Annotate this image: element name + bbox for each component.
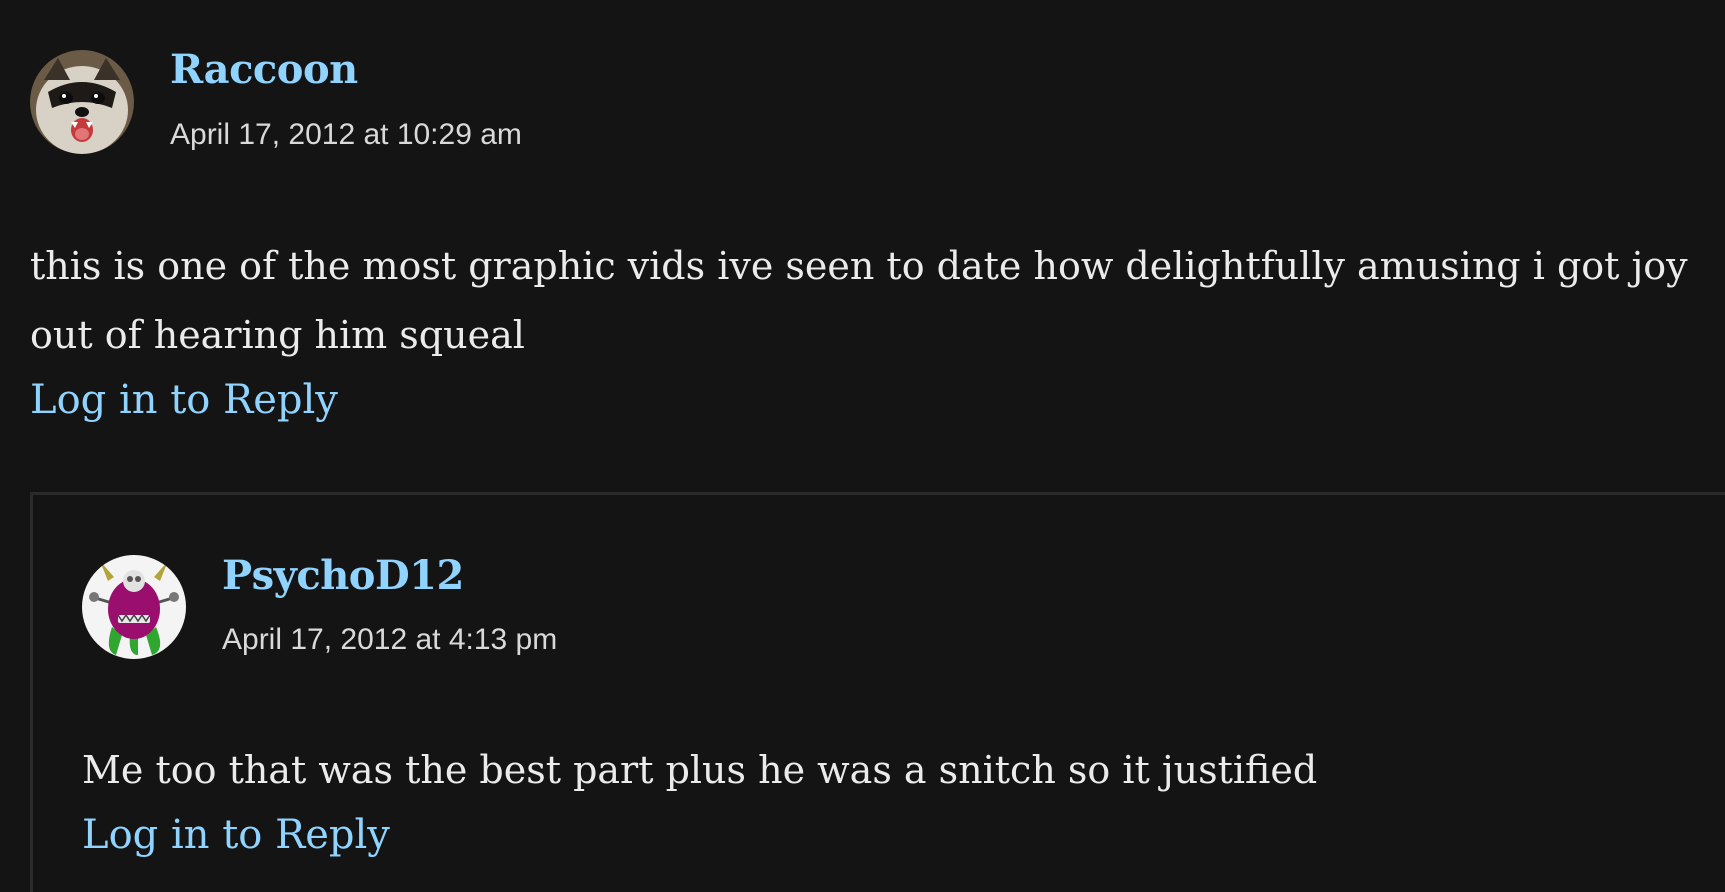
reply-date[interactable]: April 17, 2012 at 4:13 pm [222, 623, 557, 657]
reply-author-link[interactable]: PsychoD12 [222, 552, 464, 599]
comment-author-link[interactable]: Raccoon [170, 46, 358, 93]
comment-text: this is one of the most graphic vids ive… [30, 244, 1688, 357]
comment: Raccoon April 17, 2012 at 10:29 am this … [0, 0, 1725, 480]
reply-log-in-to-reply-link[interactable]: Log in to Reply [82, 812, 390, 858]
raccoon-avatar [30, 50, 134, 154]
log-in-to-reply-link[interactable]: Log in to Reply [30, 377, 338, 423]
comment-date[interactable]: April 17, 2012 at 10:29 am [170, 118, 522, 152]
